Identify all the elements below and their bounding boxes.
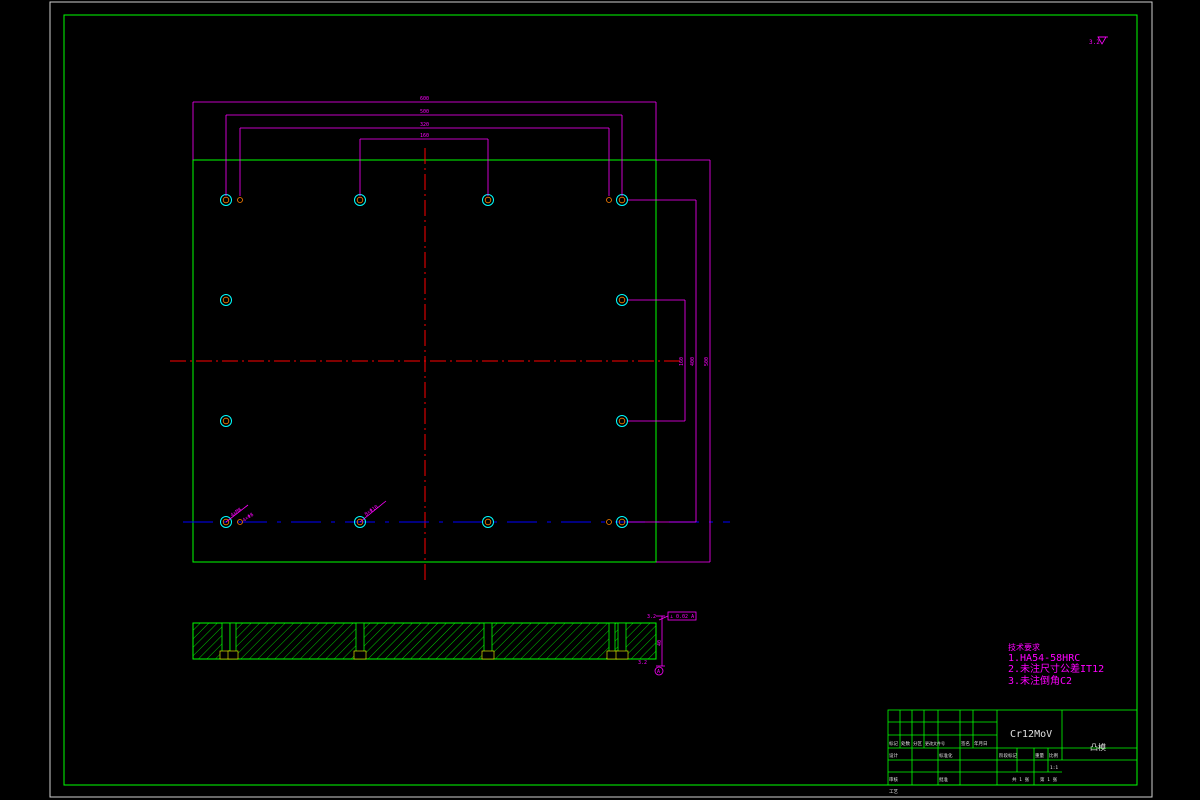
tb-date: 年月日: [974, 740, 988, 747]
mounting-hole-inner: [222, 196, 230, 204]
svg-text:3.2: 3.2: [1089, 39, 1100, 46]
title-block-part-name: 凸模: [1090, 742, 1106, 752]
note-2: 2.未注尺寸公差IT12: [1008, 662, 1104, 675]
mounting-hole: [616, 415, 628, 427]
hole-callout-1: 4×M8: [230, 507, 243, 519]
outer-frame: [49, 1, 1153, 798]
dowel-hole: [237, 197, 243, 203]
dim-section-thickness: 40: [657, 640, 663, 646]
tb-stage: 阶段标记: [999, 752, 1017, 759]
dim-span-3: 160: [420, 133, 429, 139]
section-view: 40 ⊥ 0.02 A 3.2 A 3.2: [192, 611, 697, 676]
section-counterbore: [481, 650, 495, 660]
section-bottom-roughness: 3.2: [638, 660, 647, 666]
tb-weight: 重量: [1035, 752, 1044, 759]
dowel-hole: [606, 519, 612, 525]
mounting-hole: [482, 194, 494, 206]
notes-heading: 技术要求: [1008, 642, 1040, 652]
section-counterbore: [606, 650, 618, 660]
dim-span-1: 500: [420, 109, 429, 115]
tb-process: 工艺: [889, 789, 898, 795]
section-roughness: 3.2: [647, 614, 656, 620]
mounting-hole: [220, 294, 232, 306]
hole-callout-3: 8×Φ10: [364, 504, 380, 518]
tb-count: 处数: [901, 740, 910, 747]
tb-approve: 批准: [939, 776, 948, 783]
tb-zone: 分区: [913, 740, 922, 747]
mounting-hole-inner: [618, 296, 626, 304]
note-3: 3.未注倒角C2: [1008, 674, 1072, 687]
tb-design: 设计: [889, 752, 898, 759]
section-counterbore: [227, 650, 239, 660]
technical-notes: 技术要求 1.HA54-58HRC 2.未注尺寸公差IT12 3.未注倒角C2: [1008, 642, 1104, 687]
tb-sign: 签名: [961, 740, 970, 747]
mounting-hole-inner: [484, 196, 492, 204]
dim-right-outer: 500: [704, 357, 710, 366]
mounting-hole: [616, 194, 628, 206]
mounting-hole: [616, 294, 628, 306]
plan-view: 600 500 320 160 160 400 500 4×M8 4×Φ8 8×…: [170, 96, 730, 582]
mounting-hole-inner: [618, 417, 626, 425]
dim-right-mid: 400: [690, 357, 696, 366]
tb-mark: 标记: [889, 740, 898, 747]
section-callout: ⊥ 0.02 A: [670, 614, 694, 620]
mounting-hole-inner: [222, 417, 230, 425]
mounting-hole-inner: [222, 296, 230, 304]
section-counterbore: [615, 650, 629, 660]
tb-ratio: 比例: [1049, 752, 1058, 759]
mounting-hole: [482, 516, 494, 528]
dim-right-inner: 160: [679, 357, 685, 366]
tb-doc: 更改文件号: [925, 740, 945, 746]
mounting-hole-inner: [618, 196, 626, 204]
tb-sheet-index: 第 1 张: [1040, 776, 1058, 783]
roughness-mark: 3.2: [1089, 36, 1108, 46]
section-counterbore: [353, 650, 367, 660]
dim-span-2: 320: [420, 122, 429, 128]
tb-sheet-total: 共 1 张: [1012, 776, 1030, 783]
mounting-hole-inner: [356, 196, 364, 204]
mounting-hole-inner: [484, 518, 492, 526]
tb-standard: 标准化: [939, 752, 953, 759]
mounting-hole: [354, 194, 366, 206]
dowel-hole: [606, 197, 612, 203]
tb-review: 审核: [889, 776, 898, 783]
mounting-hole: [220, 415, 232, 427]
datum-label: A: [657, 669, 660, 675]
dim-overall-width: 600: [420, 96, 429, 102]
inner-frame: [63, 14, 1138, 786]
tb-scale-value: 1:1: [1050, 765, 1058, 771]
title-block-material: Cr12MoV: [1010, 729, 1052, 740]
cad-drawing-canvas: 3.2 600 500 320 160 160 400 500 4×M8 4×Φ…: [49, 1, 1153, 798]
section-body: [192, 622, 657, 660]
mounting-hole: [220, 194, 232, 206]
note-1: 1.HA54-58HRC: [1008, 653, 1080, 664]
